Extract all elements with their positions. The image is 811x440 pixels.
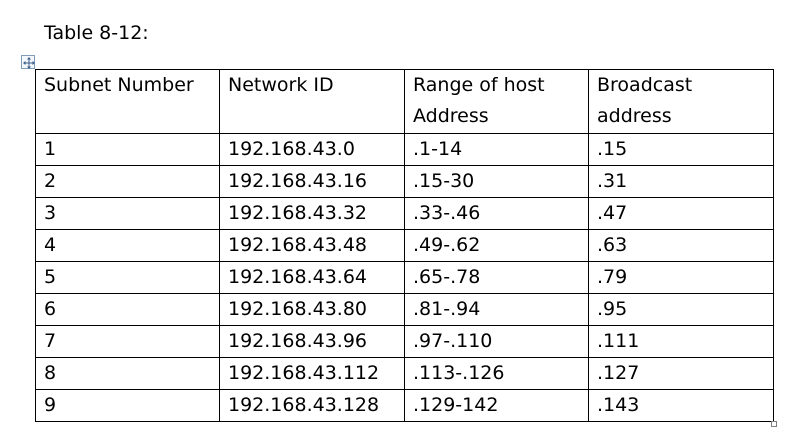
move-arrows-icon[interactable] (21, 55, 35, 69)
table-row: 8 192.168.43.112 .113-.126 .127 (35, 357, 774, 390)
host-range-cell: .81-.94 (404, 293, 589, 326)
network-id-cell: 192.168.43.80 (219, 293, 405, 326)
host-range-cell: .113-.126 (404, 357, 589, 390)
broadcast-cell: .31 (588, 165, 774, 198)
table-row: 6 192.168.43.80 .81-.94 .95 (35, 293, 774, 326)
network-id-cell: 192.168.43.112 (219, 357, 405, 390)
broadcast-cell: .15 (588, 133, 774, 166)
subnet-number-cell: 6 (35, 293, 220, 326)
network-id-cell: 192.168.43.16 (219, 165, 405, 198)
broadcast-cell: .95 (588, 293, 774, 326)
subnet-number-cell: 4 (35, 229, 220, 262)
network-id-cell: 192.168.43.32 (219, 197, 405, 230)
host-range-cell: .65-.78 (404, 261, 589, 294)
host-range-cell: .129-142 (404, 389, 589, 422)
subnet-number-cell: 9 (35, 389, 220, 422)
table-row: 2 192.168.43.16 .15-30 .31 (35, 165, 774, 198)
subnet-number-cell: 1 (35, 133, 220, 166)
table-row: 3 192.168.43.32 .33-.46 .47 (35, 197, 774, 230)
host-range-cell: .1-14 (404, 133, 589, 166)
broadcast-cell: .127 (588, 357, 774, 390)
network-id-cell: 192.168.43.0 (219, 133, 405, 166)
column-header-subnet-number: Subnet Number (35, 69, 220, 134)
subnet-number-cell: 5 (35, 261, 220, 294)
network-id-cell: 192.168.43.128 (219, 389, 405, 422)
column-header-host-range: Range of host Address (404, 69, 589, 134)
column-header-broadcast: Broadcast address (588, 69, 774, 134)
host-range-cell: .33-.46 (404, 197, 589, 230)
table-header-row: Subnet Number Network ID Range of host A… (35, 69, 774, 134)
table-row: 7 192.168.43.96 .97-.110 .111 (35, 325, 774, 358)
broadcast-cell: .47 (588, 197, 774, 230)
table-row: 5 192.168.43.64 .65-.78 .79 (35, 261, 774, 294)
broadcast-cell: .111 (588, 325, 774, 358)
table-row: 1 192.168.43.0 .1-14 .15 (35, 133, 774, 166)
network-id-cell: 192.168.43.48 (219, 229, 405, 262)
host-range-cell: .97-.110 (404, 325, 589, 358)
network-id-cell: 192.168.43.96 (219, 325, 405, 358)
broadcast-cell: .143 (588, 389, 774, 422)
resize-square-icon[interactable] (771, 421, 777, 427)
column-header-network-id: Network ID (219, 69, 405, 134)
host-range-cell: .15-30 (404, 165, 589, 198)
subnet-number-cell: 3 (35, 197, 220, 230)
table-row: 9 192.168.43.128 .129-142 .143 (35, 389, 774, 422)
subnet-number-cell: 2 (35, 165, 220, 198)
table-caption: Table 8-12: (44, 22, 149, 44)
subnet-table: Subnet Number Network ID Range of host A… (35, 69, 774, 422)
network-id-cell: 192.168.43.64 (219, 261, 405, 294)
subnet-number-cell: 7 (35, 325, 220, 358)
subnet-number-cell: 8 (35, 357, 220, 390)
table-row: 4 192.168.43.48 .49-.62 .63 (35, 229, 774, 262)
broadcast-cell: .63 (588, 229, 774, 262)
host-range-cell: .49-.62 (404, 229, 589, 262)
broadcast-cell: .79 (588, 261, 774, 294)
